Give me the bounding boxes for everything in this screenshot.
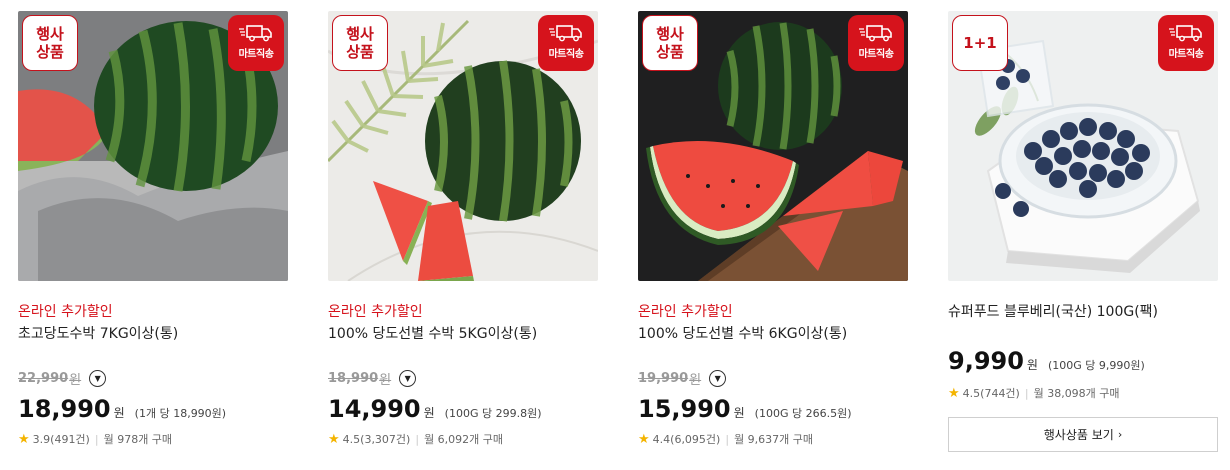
sale-price-unit: 원 [1026, 358, 1038, 372]
product-card[interactable]: 행사 상품 마트직송 온라인 추가할인 초고당도수박 7KG이상(통) 22,9… [18, 11, 288, 447]
product-image[interactable]: 1+1 마트직송 [948, 11, 1218, 281]
event-badge: 행사 상품 [22, 15, 78, 71]
delivery-badge-label: 마트직송 [1168, 49, 1204, 60]
divider: | [1024, 386, 1029, 400]
product-name[interactable]: 초고당도수박 7KG이상(통) [18, 323, 178, 343]
star-icon: ★ [18, 431, 30, 447]
promo-label: 온라인 추가할인 [328, 304, 423, 320]
mart-delivery-badge: 마트직송 [228, 15, 284, 71]
rating-value: 4.5(744건) [962, 387, 1020, 400]
sale-price-value: 9,990 [948, 347, 1024, 375]
sale-price-unit: 원 [733, 406, 745, 420]
event-badge: 행사 상품 [642, 15, 698, 71]
product-name[interactable]: 100% 당도선별 수박 5KG이상(통) [328, 323, 537, 343]
sale-price-value: 18,990 [18, 395, 111, 423]
mart-delivery-badge: 마트직송 [1158, 15, 1214, 71]
monthly-purchases: 월 9,637개 구매 [734, 433, 814, 446]
monthly-purchases: 월 38,098개 구매 [1033, 387, 1120, 400]
truck-icon [549, 25, 582, 42]
sale-price-unit: 원 [113, 406, 125, 420]
unit-price: (100G 당 266.5원) [754, 407, 852, 420]
event-badge: 행사 상품 [332, 15, 388, 71]
promo-label: 온라인 추가할인 [18, 304, 113, 320]
promo-label: 온라인 추가할인 [638, 304, 733, 320]
original-price-unit: 원 [689, 373, 702, 388]
rating-row: ★ 4.4(6,095건) | 월 9,637개 구매 [638, 431, 813, 447]
delivery-badge-label: 마트직송 [548, 49, 584, 60]
product-name[interactable]: 100% 당도선별 수박 6KG이상(통) [638, 323, 847, 343]
product-image[interactable]: 행사 상품 마트직송 [328, 11, 598, 281]
sale-price-unit: 원 [423, 406, 435, 420]
rating-value: 4.4(6,095건) [652, 433, 721, 446]
chevron-down-icon[interactable]: ▼ [709, 370, 727, 387]
view-event-products-label: 행사상품 보기 [1043, 428, 1114, 442]
rating-row: ★ 4.5(744건) | 월 38,098개 구매 [948, 385, 1120, 401]
original-price: 19,990 원 ▼ [638, 369, 727, 388]
star-icon: ★ [328, 431, 340, 447]
mart-delivery-badge: 마트직송 [538, 15, 594, 71]
rating-row: ★ 3.9(491건) | 월 978개 구매 [18, 431, 172, 447]
monthly-purchases: 월 6,092개 구매 [424, 433, 504, 446]
unit-price: (1개 당 18,990원) [134, 407, 227, 420]
unit-price: (100G 당 9,990원) [1047, 359, 1145, 372]
event-badge: 1+1 [952, 15, 1008, 71]
product-image[interactable]: 행사 상품 마트직송 [638, 11, 908, 281]
unit-price: (100G 당 299.8원) [444, 407, 542, 420]
original-price: 18,990 원 ▼ [328, 369, 417, 388]
original-price-unit: 원 [69, 373, 82, 388]
sale-price: 14,990 원 (100G 당 299.8원) [328, 395, 542, 423]
rating-value: 3.9(491건) [32, 433, 90, 446]
truck-icon [239, 25, 272, 42]
rating-row: ★ 4.5(3,307건) | 월 6,092개 구매 [328, 431, 503, 447]
delivery-badge-label: 마트직송 [858, 49, 894, 60]
product-card[interactable]: 행사 상품 마트직송 온라인 추가할인 100% 당도선별 수박 5KG이상(통… [328, 11, 598, 447]
product-card[interactable]: 행사 상품 마트직송 온라인 추가할인 100% 당도선별 수박 6KG이상(통… [638, 11, 908, 447]
truck-icon [1169, 25, 1202, 42]
divider: | [415, 432, 420, 446]
original-price-value: 19,990 [638, 371, 689, 386]
product-row: 행사 상품 마트직송 온라인 추가할인 초고당도수박 7KG이상(통) 22,9… [0, 0, 1230, 470]
original-price-unit: 원 [379, 373, 392, 388]
star-icon: ★ [638, 431, 650, 447]
divider: | [94, 432, 99, 446]
chevron-down-icon[interactable]: ▼ [89, 370, 107, 387]
chevron-right-icon: › [1117, 428, 1123, 441]
view-event-products-button[interactable]: 행사상품 보기 › [948, 417, 1218, 452]
sale-price-value: 14,990 [328, 395, 421, 423]
star-icon: ★ [948, 385, 960, 401]
original-price-value: 22,990 [18, 371, 69, 386]
chevron-down-icon[interactable]: ▼ [399, 370, 417, 387]
original-price-value: 18,990 [328, 371, 379, 386]
product-name[interactable]: 슈퍼푸드 블루베리(국산) 100G(팩) [948, 301, 1158, 321]
product-image[interactable]: 행사 상품 마트직송 [18, 11, 288, 281]
mart-delivery-badge: 마트직송 [848, 15, 904, 71]
rating-value: 4.5(3,307건) [342, 433, 411, 446]
delivery-badge-label: 마트직송 [238, 49, 274, 60]
sale-price: 15,990 원 (100G 당 266.5원) [638, 395, 852, 423]
sale-price: 9,990 원 (100G 당 9,990원) [948, 347, 1145, 375]
sale-price-value: 15,990 [638, 395, 731, 423]
product-card[interactable]: 1+1 마트직송 슈퍼푸드 블루베리(국산) 100G(팩) 9,990 원 (… [948, 11, 1218, 452]
original-price: 22,990 원 ▼ [18, 369, 107, 388]
truck-icon [859, 25, 892, 42]
monthly-purchases: 월 978개 구매 [103, 433, 173, 446]
divider: | [725, 432, 730, 446]
sale-price: 18,990 원 (1개 당 18,990원) [18, 395, 226, 423]
